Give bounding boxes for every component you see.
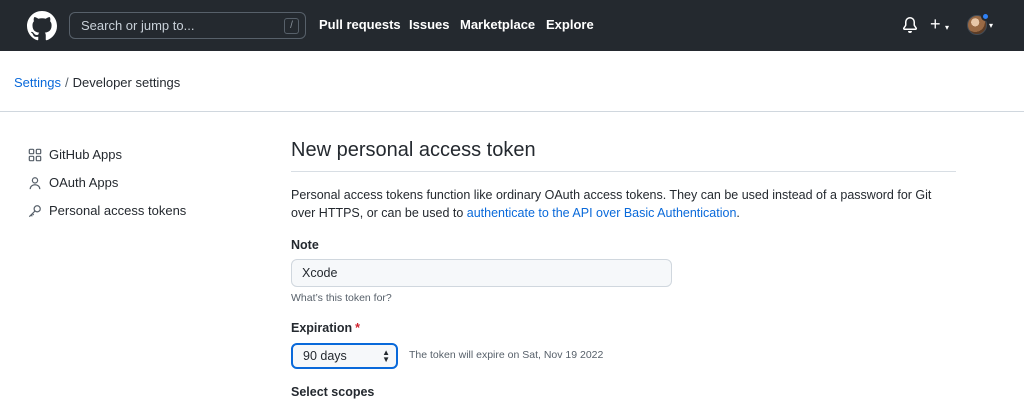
sidebar-item-label: OAuth Apps — [49, 175, 119, 190]
breadcrumb: Settings / Developer settings — [14, 75, 180, 90]
title-divider — [291, 171, 956, 172]
sidebar-item-oauth-apps[interactable]: OAuth Apps — [28, 175, 228, 193]
note-label: Note — [291, 238, 319, 252]
sidebar-item-github-apps[interactable]: GitHub Apps — [28, 147, 228, 165]
expiration-note: The token will expire on Sat, Nov 19 202… — [409, 349, 604, 361]
top-header: Search or jump to... / Pull requests Iss… — [0, 0, 1024, 51]
select-arrows-icon: ▲ ▼ — [382, 348, 390, 364]
header-divider — [0, 111, 1024, 112]
page-title: New personal access token — [291, 139, 536, 161]
nav-pull-requests[interactable]: Pull requests — [319, 17, 401, 32]
person-icon — [29, 177, 41, 190]
sidebar-item-label: Personal access tokens — [49, 203, 187, 218]
key-icon — [28, 205, 41, 218]
expiration-select[interactable]: 90 days ▲ ▼ — [291, 343, 398, 369]
search-input[interactable]: Search or jump to... / — [69, 12, 306, 39]
note-hint: What’s this token for? — [291, 292, 392, 304]
status-dot — [981, 12, 990, 21]
chevron-down-icon: ▾ — [945, 23, 950, 32]
create-new-button[interactable]: + ▾ — [930, 14, 958, 34]
nav-issues[interactable]: Issues — [409, 17, 449, 32]
description-end: . — [736, 206, 740, 220]
nav-marketplace[interactable]: Marketplace — [460, 17, 535, 32]
plus-icon: + — [930, 14, 941, 34]
breadcrumb-current: Developer settings — [72, 75, 181, 90]
user-menu-button[interactable]: ▾ — [967, 12, 999, 38]
notification-bell-icon[interactable] — [902, 17, 918, 33]
search-shortcut-key: / — [284, 18, 299, 34]
sidebar-item-personal-access-tokens[interactable]: Personal access tokens — [28, 203, 228, 221]
required-marker: * — [355, 321, 360, 335]
page-description: Personal access tokens function like ord… — [291, 186, 956, 222]
nav-explore[interactable]: Explore — [546, 17, 594, 32]
github-logo-icon[interactable] — [27, 11, 57, 41]
basic-auth-link[interactable]: authenticate to the API over Basic Authe… — [467, 206, 737, 220]
note-field[interactable] — [291, 259, 672, 287]
breadcrumb-settings-link[interactable]: Settings — [14, 75, 61, 90]
expiration-selected-value: 90 days — [303, 349, 347, 363]
expiration-label-text: Expiration — [291, 321, 353, 335]
apps-grid-icon — [28, 148, 42, 162]
sidebar-item-label: GitHub Apps — [49, 147, 122, 162]
search-placeholder: Search or jump to... — [81, 18, 195, 33]
breadcrumb-separator: / — [64, 75, 69, 90]
expiration-label: Expiration * — [291, 321, 360, 335]
select-scopes-label: Select scopes — [291, 385, 375, 399]
chevron-down-icon: ▾ — [989, 21, 994, 30]
